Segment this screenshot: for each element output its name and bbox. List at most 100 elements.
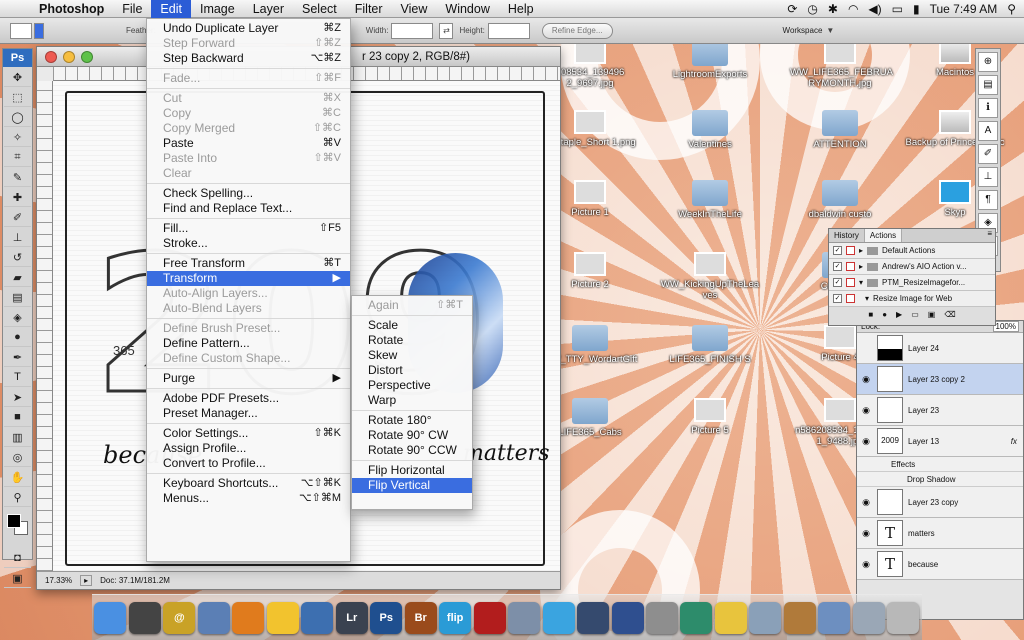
edit-menu-item[interactable]: Keyboard Shortcuts... ⌥⇧⌘K	[147, 476, 350, 491]
flip-dock-icon[interactable]: flip	[439, 601, 472, 634]
app-menu[interactable]: Photoshop	[30, 0, 113, 18]
delete-icon[interactable]: ⌫	[944, 310, 955, 319]
dialog-toggle-icon[interactable]	[846, 294, 855, 303]
action-row[interactable]: ✓ ▾ Resize Image for Web	[829, 291, 995, 307]
eyedropper-icon[interactable]: ✎	[4, 168, 31, 187]
blur-tool-icon[interactable]: ◈	[4, 308, 31, 327]
character-icon[interactable]: A	[978, 121, 998, 141]
triangle-icon[interactable]: ▾	[865, 294, 869, 303]
bluetooth-icon[interactable]: ✱	[828, 2, 838, 16]
quick-mask-icon[interactable]: ◘	[4, 549, 31, 568]
imovie-dock-icon[interactable]	[577, 601, 610, 634]
brushes-icon[interactable]: ✐	[978, 144, 998, 164]
wifi-icon[interactable]: ◠	[848, 2, 858, 16]
marquee-tool-preset[interactable]	[10, 22, 32, 39]
menu-file[interactable]: File	[113, 0, 151, 18]
firefox-dock-icon[interactable]	[232, 601, 265, 634]
menu-edit[interactable]: Edit	[151, 0, 191, 18]
layer-row[interactable]: Layer 24	[857, 333, 1023, 364]
workspace-menu[interactable]: Workspace	[783, 26, 823, 35]
color-swatches[interactable]	[3, 508, 32, 548]
panel-menu-icon[interactable]: ≡	[987, 229, 995, 242]
transform-menu-item[interactable]: Warp	[352, 393, 472, 408]
system-prefs-dock-icon[interactable]	[645, 601, 678, 634]
edit-menu-item[interactable]: Convert to Profile...	[147, 456, 350, 471]
action-set-row[interactable]: ✓ ▸ Andrew's AIO Action v...	[829, 259, 995, 275]
transform-menu-item[interactable]: Perspective	[352, 378, 472, 393]
desktop-icon[interactable]: LIFE365_FINISH S	[660, 325, 760, 365]
transform-menu-item[interactable]: Skew	[352, 348, 472, 363]
3d-tool-icon[interactable]: ◎	[4, 448, 31, 467]
keynote-dock-icon[interactable]	[783, 601, 816, 634]
spaces-dock-icon[interactable]	[611, 601, 644, 634]
menu-help[interactable]: Help	[499, 0, 543, 18]
image-capture-dock-icon[interactable]	[818, 601, 851, 634]
lasso-tool-icon[interactable]: ◯	[4, 108, 31, 127]
transform-menu-item[interactable]: Rotate 90° CW	[352, 428, 472, 443]
paragraph-icon[interactable]: ¶	[978, 190, 998, 210]
edit-menu-item[interactable]: Undo Duplicate Layer ⌘Z	[147, 21, 350, 36]
layer-row[interactable]: ◉ Tbecause	[857, 549, 1023, 580]
eraser-icon[interactable]: ▰	[4, 268, 31, 287]
bridge-dock-icon[interactable]: Br	[404, 601, 437, 634]
adium-dock-icon[interactable]	[266, 601, 299, 634]
effects-row[interactable]: Effects	[857, 457, 1023, 472]
iphoto-dock-icon[interactable]	[301, 601, 334, 634]
new-set-icon[interactable]: ▭	[911, 310, 919, 319]
edit-menu-item[interactable]: Color Settings... ⇧⌘K	[147, 426, 350, 441]
menu-layer[interactable]: Layer	[244, 0, 293, 18]
transform-menu-item[interactable]: Scale	[352, 318, 472, 333]
check-icon[interactable]: ✓	[833, 246, 842, 255]
edit-menu-item[interactable]: Find and Replace Text...	[147, 201, 350, 216]
triangle-icon[interactable]: ▸	[859, 262, 863, 271]
menu-window[interactable]: Window	[436, 0, 498, 18]
clone-source-icon[interactable]: ⊥	[978, 167, 998, 187]
desktop-icon[interactable]: Picture 5	[660, 398, 760, 436]
minimize-button[interactable]	[63, 50, 75, 63]
opacity-field[interactable]: 100%	[992, 321, 1019, 332]
menu-view[interactable]: View	[392, 0, 437, 18]
display-icon[interactable]: ▭	[892, 2, 903, 16]
desktop-icon[interactable]: WW_KickingUpTheLea ves	[660, 252, 760, 301]
record-icon[interactable]: ●	[882, 310, 887, 319]
zoom-button[interactable]	[81, 50, 93, 63]
lightroom-dock-icon[interactable]: Lr	[335, 601, 368, 634]
type-tool-icon[interactable]: T	[4, 368, 31, 387]
spotlight-icon[interactable]: ⚲	[1007, 2, 1016, 16]
photo-booth-dock-icon[interactable]	[473, 601, 506, 634]
menu-image[interactable]: Image	[191, 0, 244, 18]
refine-edge-button[interactable]: Refine Edge...	[541, 22, 613, 39]
transform-menu-item[interactable]: Rotate	[352, 333, 472, 348]
action-set-row[interactable]: ✓ ▸ Default Actions	[829, 243, 995, 259]
volume-icon[interactable]: ◀)	[868, 2, 881, 16]
status-menu-icon[interactable]: ▸	[80, 575, 93, 586]
play-icon[interactable]: ▶	[896, 310, 902, 319]
tab-history[interactable]: History	[829, 229, 865, 242]
visibility-eye-icon[interactable]: ◉	[860, 374, 872, 385]
hand-tool-icon[interactable]: ✋	[4, 468, 31, 487]
layer-row[interactable]: ◉ Layer 23 copy	[857, 487, 1023, 518]
desktop-icon[interactable]: ATTENTION	[790, 110, 890, 150]
visibility-eye-icon[interactable]: ◉	[860, 497, 872, 508]
layer-row[interactable]: ◉ Layer 23	[857, 395, 1023, 426]
edit-menu-item[interactable]: Purge ▶	[147, 371, 350, 386]
preview-dock-icon[interactable]	[197, 601, 230, 634]
downloads-dock-icon[interactable]	[852, 601, 885, 634]
edit-menu-item[interactable]: Stroke...	[147, 236, 350, 251]
visibility-eye-icon[interactable]: ◉	[860, 559, 872, 570]
dialog-toggle-icon[interactable]	[846, 246, 855, 255]
height-field[interactable]	[487, 22, 530, 39]
battery-icon[interactable]: ▮	[913, 2, 920, 16]
desktop-icon[interactable]: Valentines	[660, 110, 760, 150]
edit-menu-item[interactable]: Paste ⌘V	[147, 136, 350, 151]
history-brush-icon[interactable]: ↺	[4, 248, 31, 267]
navigator-icon[interactable]: ⊕	[978, 52, 998, 72]
notes-tool-icon[interactable]: ▥	[4, 428, 31, 447]
vertical-ruler[interactable]	[37, 81, 53, 571]
menu-filter[interactable]: Filter	[346, 0, 392, 18]
crop-tool-icon[interactable]: ⌗	[4, 148, 31, 167]
edit-menu-item[interactable]: Adobe PDF Presets...	[147, 391, 350, 406]
width-field[interactable]	[391, 22, 434, 39]
desktop-icon[interactable]: dbaldwin custo	[790, 180, 890, 220]
edit-menu-item[interactable]: Free Transform ⌘T	[147, 256, 350, 271]
